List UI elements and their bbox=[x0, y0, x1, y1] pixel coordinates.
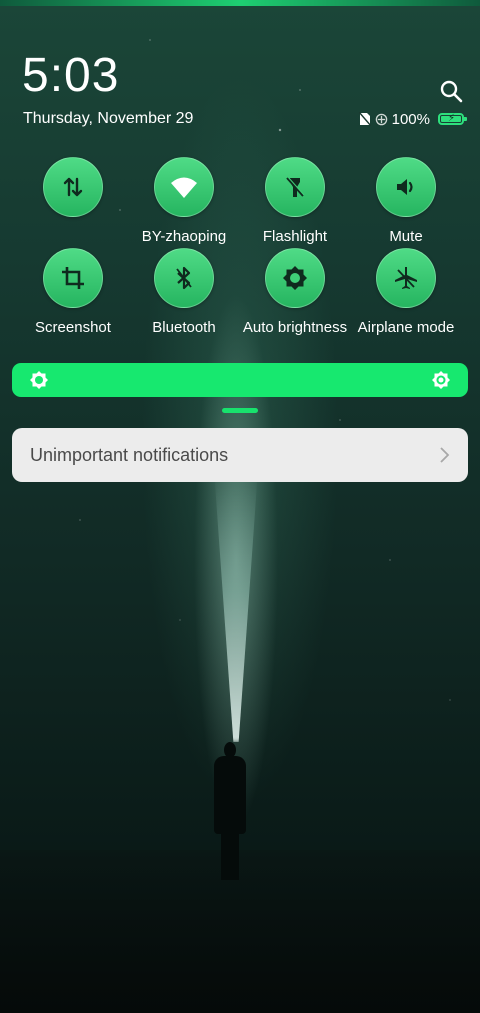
tile-label: Flashlight bbox=[262, 228, 328, 245]
tile-wifi[interactable]: BY-zhaoping bbox=[124, 157, 244, 245]
tile-auto-brightness[interactable]: Auto brightness bbox=[235, 248, 355, 336]
brightness-icon bbox=[283, 266, 307, 290]
wallpaper-person-silhouette bbox=[212, 742, 248, 882]
brightness-low-icon bbox=[30, 371, 48, 389]
data-saver-icon bbox=[375, 113, 387, 125]
tile-label: Auto brightness bbox=[242, 319, 348, 336]
tile-screenshot[interactable]: Screenshot bbox=[13, 248, 133, 336]
wifi-icon bbox=[171, 177, 197, 198]
tile-airplane-mode[interactable]: Airplane mode bbox=[346, 248, 466, 336]
tile-mobile-data[interactable] bbox=[13, 157, 133, 228]
status-bar: 100% ⚡ bbox=[358, 110, 467, 128]
notification-group-label: Unimportant notifications bbox=[30, 444, 229, 465]
airplane-off-icon bbox=[395, 267, 417, 289]
tile-label: BY-zhaoping bbox=[141, 228, 227, 245]
tile-label: Bluetooth bbox=[152, 319, 216, 336]
battery-percent: 100% bbox=[391, 110, 430, 128]
chevron-right-icon bbox=[440, 447, 450, 463]
battery-icon: ⚡ bbox=[438, 113, 467, 125]
flashlight-off-icon bbox=[286, 176, 305, 197]
data-transfer-icon bbox=[63, 177, 83, 197]
top-accent-bar bbox=[0, 0, 480, 6]
clock-date: Thursday, November 29 bbox=[23, 110, 194, 127]
brightness-thumb-icon[interactable] bbox=[431, 370, 451, 390]
tile-label: Screenshot bbox=[35, 319, 111, 336]
search-button[interactable] bbox=[438, 78, 464, 104]
tile-bluetooth[interactable]: Bluetooth bbox=[124, 248, 244, 336]
brightness-slider[interactable] bbox=[12, 363, 468, 397]
clock-time: 5:03 bbox=[22, 49, 120, 102]
tile-label: Mute bbox=[389, 228, 423, 245]
unimportant-notifications-card[interactable]: Unimportant notifications bbox=[12, 428, 468, 482]
crop-icon bbox=[62, 267, 84, 289]
tile-label: Airplane mode bbox=[357, 319, 455, 336]
no-sim-icon bbox=[358, 112, 371, 126]
panel-drag-handle[interactable] bbox=[222, 408, 258, 413]
speaker-icon bbox=[397, 179, 413, 195]
tile-flashlight[interactable]: Flashlight bbox=[235, 157, 355, 245]
search-icon bbox=[440, 80, 463, 103]
tile-mute[interactable]: Mute bbox=[346, 157, 466, 245]
bluetooth-off-icon bbox=[176, 266, 192, 290]
